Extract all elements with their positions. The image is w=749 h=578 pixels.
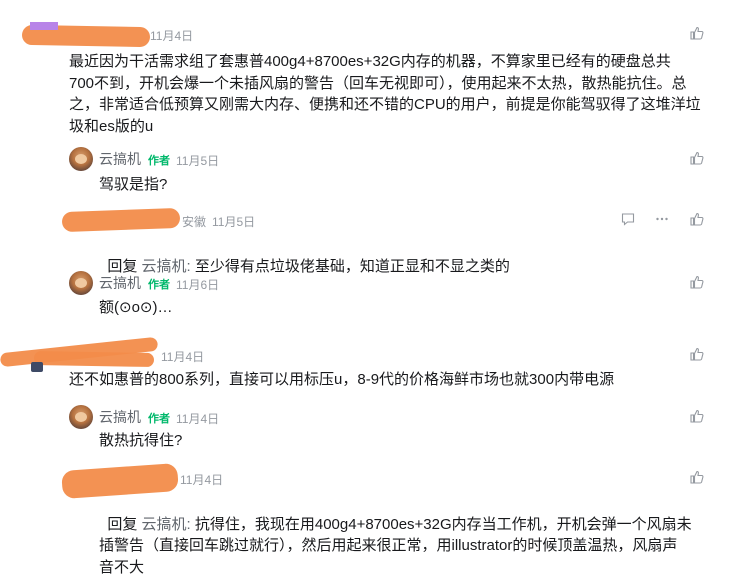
like-icon[interactable] <box>690 151 704 165</box>
redacted-username <box>33 350 155 368</box>
reply-text: 额(⊙o⊙)… <box>99 299 173 316</box>
like-icon[interactable] <box>690 347 704 361</box>
reply-text: 回复 云搞机: 至少得有点垃圾佬基础，知道正显和不显之类的 <box>99 234 699 277</box>
reply-date: 11月4日 <box>176 412 220 426</box>
reply-body: 至少得有点垃圾佬基础，知道正显和不显之类的 <box>190 257 510 275</box>
comment-icon[interactable] <box>621 212 635 226</box>
more-icon[interactable] <box>655 212 669 226</box>
reply-text: 回复 云搞机: 抗得住，我现在用400g4+8700es+32G内存当工作机，开… <box>99 492 709 578</box>
reply-date: 11月5日 <box>212 215 256 229</box>
reply-target-link[interactable]: 云搞机: <box>142 258 191 275</box>
reply-author-name[interactable]: 云搞机 <box>99 407 141 427</box>
reply-author-name[interactable]: 云搞机 <box>99 149 141 169</box>
reply-target-link[interactable]: 云搞机: <box>142 516 191 533</box>
reply-text: 驾驭是指? <box>99 176 168 193</box>
like-icon[interactable] <box>690 409 704 423</box>
avatar[interactable] <box>69 147 93 171</box>
author-badge: 作者 <box>148 155 170 167</box>
like-icon[interactable] <box>690 275 704 289</box>
comment-text: 还不如惠普的800系列，直接可以用标压u，8-9代的价格海鲜市场也就300内带电… <box>69 371 615 388</box>
comment-date: 11月4日 <box>150 29 194 43</box>
avatar-fragment <box>30 22 58 30</box>
reply-date: 11月4日 <box>180 473 224 487</box>
reply-author-name[interactable]: 云搞机 <box>99 273 141 293</box>
redacted-username <box>61 207 181 233</box>
like-icon[interactable] <box>690 212 704 226</box>
author-badge: 作者 <box>148 413 170 425</box>
comment-text: 最近因为干活需求组了套惠普400g4+8700es+32G内存的机器，不算家里已… <box>69 53 701 135</box>
reply-prefix: 回复 <box>107 257 142 275</box>
like-icon[interactable] <box>690 470 704 484</box>
like-icon[interactable] <box>690 26 704 40</box>
reply-date: 11月5日 <box>176 154 220 168</box>
reply-date: 11月6日 <box>176 278 220 292</box>
comment-date: 11月4日 <box>161 350 205 364</box>
reply-prefix: 回复 <box>107 515 142 533</box>
avatar[interactable] <box>69 271 93 295</box>
author-badge: 作者 <box>148 279 170 291</box>
reply-text: 散热抗得住? <box>99 432 183 449</box>
avatar[interactable] <box>69 405 93 429</box>
avatar-fragment <box>31 362 43 372</box>
reply-location: 安徽 <box>182 215 207 229</box>
